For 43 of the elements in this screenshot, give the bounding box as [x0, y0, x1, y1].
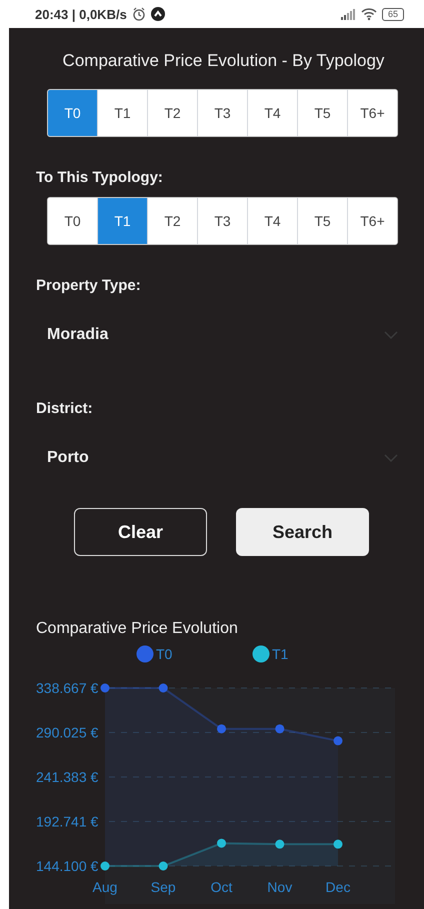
axis-label: 241.383 €	[36, 769, 98, 785]
battery-icon: 65	[382, 8, 404, 20]
status-text: 20:43 | 0,0KB/s	[35, 6, 127, 22]
typology-tab[interactable]: T6+	[347, 198, 397, 244]
action-button[interactable]: Clear	[74, 508, 207, 556]
chart-title: Comparative Price Evolution	[36, 620, 239, 638]
field-label: To This Typology:	[36, 169, 164, 186]
axis-label: 338.667 €	[36, 680, 98, 696]
alarm-icon	[132, 7, 146, 21]
data-point	[275, 840, 284, 849]
axis-label: 192.741 €	[36, 814, 98, 830]
typology-tab[interactable]: T0	[48, 90, 97, 136]
typology-tab[interactable]: T1	[97, 198, 147, 244]
chevron-down-icon	[384, 331, 398, 339]
data-point	[334, 736, 342, 746]
dropdown[interactable]: Porto	[47, 449, 398, 467]
signal-icon	[340, 8, 356, 20]
legend-label: T1	[272, 646, 288, 662]
data-point	[217, 838, 226, 848]
axis-label: Aug	[92, 879, 118, 895]
data-point	[275, 724, 284, 734]
wifi-icon	[360, 7, 377, 21]
data-point	[217, 724, 226, 734]
data-point	[100, 862, 110, 870]
data-point	[334, 840, 342, 849]
legend-label: T0	[156, 646, 172, 662]
app-icon	[150, 7, 165, 21]
data-point	[100, 684, 110, 692]
field-label: District:	[36, 400, 94, 417]
dropdown[interactable]: Moradia	[47, 326, 398, 344]
data-point	[158, 684, 168, 692]
page-title: Comparative Price Evolution - By Typology	[62, 51, 386, 71]
axis-label: 144.100 €	[36, 858, 98, 874]
axis-label: Oct	[210, 879, 232, 895]
data-point	[158, 862, 168, 870]
axis-label: 290.025 €	[36, 724, 98, 740]
typology-tab[interactable]: T6+	[347, 90, 397, 136]
action-button[interactable]: Search	[236, 508, 369, 556]
chevron-down-icon	[384, 454, 398, 462]
axis-label: Nov	[267, 879, 292, 895]
axis-label: Dec	[326, 879, 350, 895]
field-label: Property Type:	[36, 277, 142, 294]
axis-label: Sep	[150, 879, 176, 895]
